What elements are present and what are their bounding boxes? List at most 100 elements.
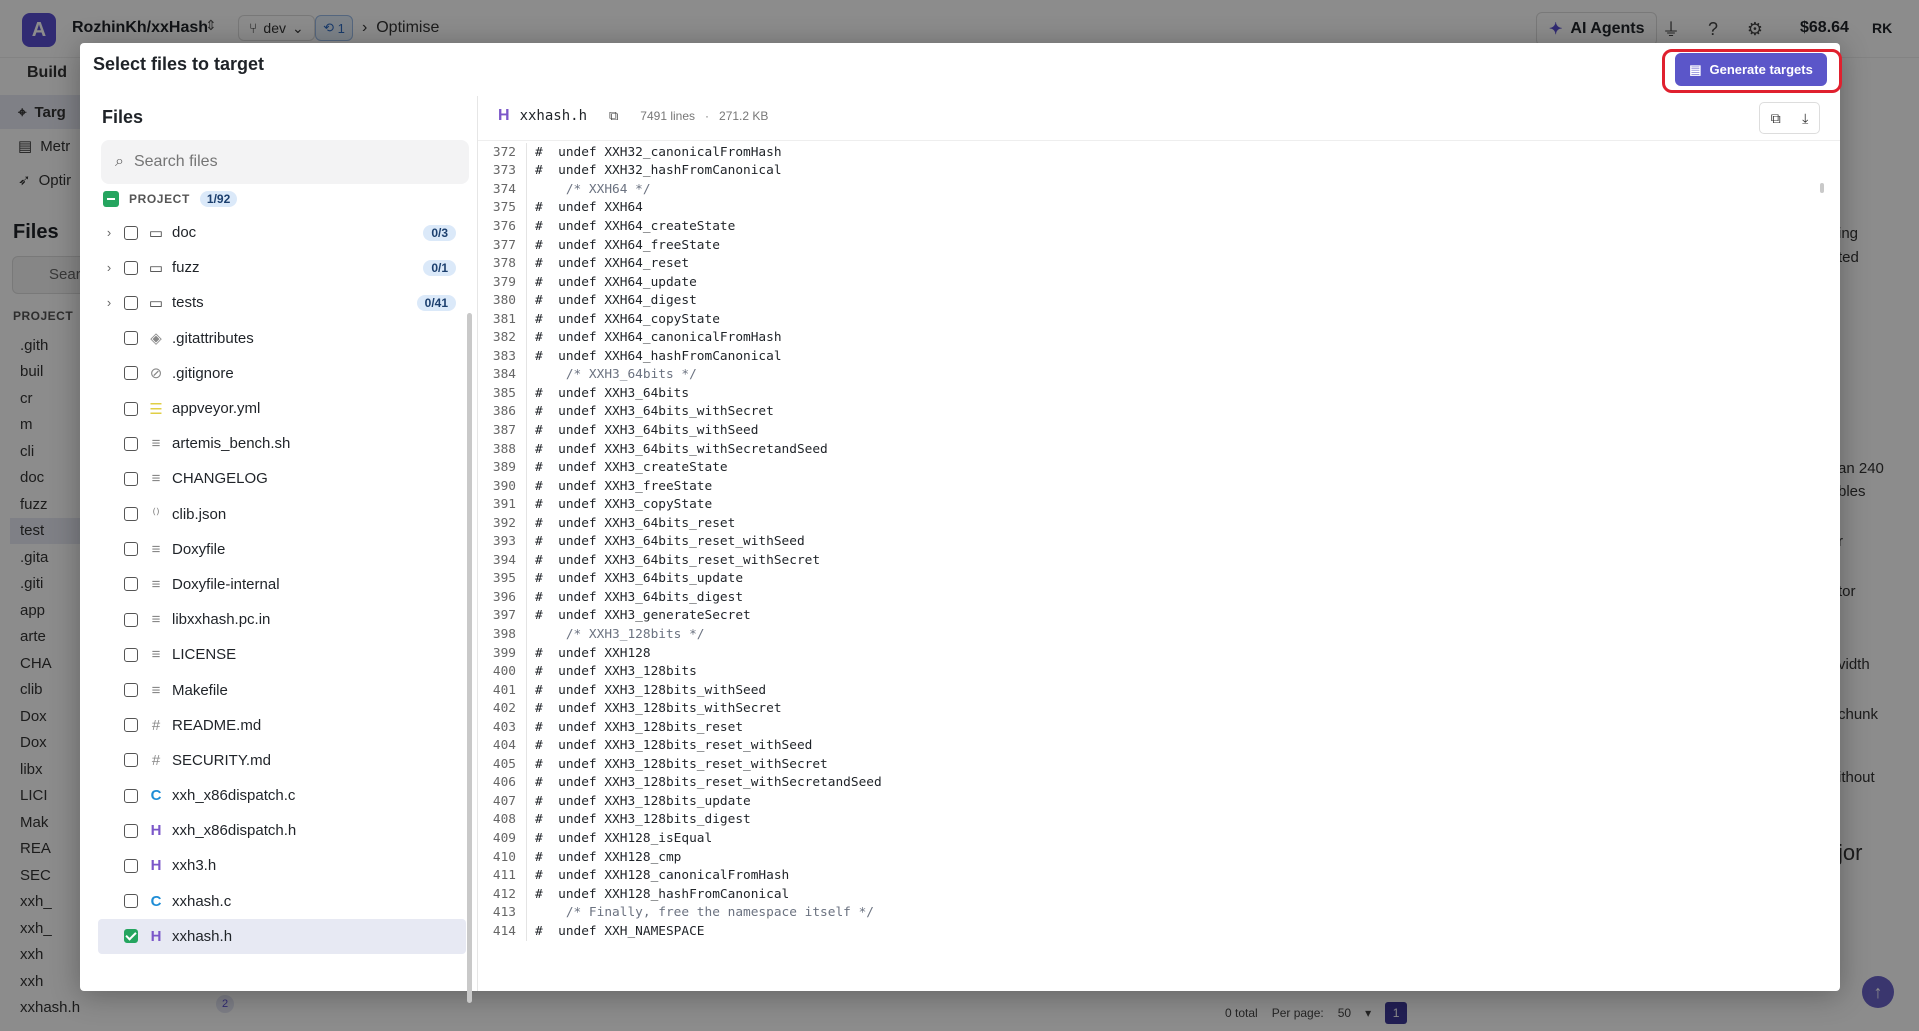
file-checkbox[interactable] bbox=[124, 718, 138, 733]
chevron-right-icon[interactable]: › bbox=[98, 260, 120, 275]
file-checkbox[interactable] bbox=[124, 225, 138, 240]
file-checkbox[interactable] bbox=[124, 647, 138, 662]
file-row[interactable]: ≡ CHANGELOG bbox=[98, 461, 466, 496]
gutter-divider bbox=[526, 847, 527, 867]
copy-path-icon[interactable]: ⧉ bbox=[609, 108, 618, 124]
file-checkbox[interactable] bbox=[124, 788, 138, 803]
markdown-icon: # bbox=[151, 751, 161, 769]
file-checkbox[interactable] bbox=[124, 507, 138, 522]
search-input[interactable] bbox=[133, 153, 434, 171]
file-checkbox[interactable] bbox=[124, 929, 138, 944]
code-text: # undef XXH3_64bits_withSecretandSeed bbox=[535, 441, 828, 457]
gutter-divider bbox=[526, 866, 527, 885]
file-row[interactable]: # SECURITY.md bbox=[98, 743, 466, 778]
line-number: 376 bbox=[492, 218, 516, 234]
file-row[interactable]: › ▭ tests 0/41 bbox=[98, 285, 466, 320]
file-checkbox[interactable] bbox=[124, 260, 138, 275]
file-row[interactable]: ☰ appveyor.yml bbox=[98, 391, 466, 426]
file-checkbox[interactable] bbox=[124, 366, 138, 381]
file-row[interactable]: ⊘ .gitignore bbox=[98, 356, 466, 391]
file-row[interactable]: ≡ Doxyfile-internal bbox=[98, 567, 466, 602]
code-text: # undef XXH128_isEqual bbox=[535, 831, 713, 846]
code-scrollbar[interactable] bbox=[1820, 183, 1824, 193]
generate-targets-button[interactable]: ▤ Generate targets bbox=[1675, 53, 1827, 86]
file-checkbox[interactable] bbox=[124, 612, 138, 627]
copy-icon[interactable]: ⧉ bbox=[1771, 110, 1781, 127]
file-checkbox[interactable] bbox=[124, 471, 138, 486]
gutter-divider bbox=[526, 495, 527, 514]
file-row[interactable]: Cxxh_x86dispatch.c bbox=[98, 778, 466, 813]
gutter-divider bbox=[526, 365, 527, 385]
file-checkbox[interactable] bbox=[124, 295, 138, 310]
code-text: # undef XXH3_64bits_reset_withSecret bbox=[535, 552, 821, 568]
code-line: 382 # undef XXH64_canonicalFromHash bbox=[478, 328, 1840, 348]
file-row[interactable]: Hxxhash.h bbox=[98, 918, 466, 954]
file-row[interactable]: ⁽⁾ clib.json bbox=[98, 497, 466, 532]
chevron-right-icon[interactable]: › bbox=[98, 295, 120, 310]
line-number: 410 bbox=[492, 849, 516, 865]
file-checkbox[interactable] bbox=[124, 753, 138, 768]
gutter-divider bbox=[526, 143, 527, 162]
line-number: 394 bbox=[492, 552, 516, 568]
file-row[interactable]: ◈ .gitattributes bbox=[98, 321, 466, 356]
file-row[interactable]: ≡ Doxyfile bbox=[98, 532, 466, 567]
file-row[interactable]: Hxxh3.h bbox=[98, 848, 466, 883]
file-row[interactable]: ≡ libxxhash.pc.in bbox=[98, 602, 466, 637]
gutter-divider bbox=[526, 458, 527, 477]
line-number: 372 bbox=[492, 144, 516, 160]
file-checkbox[interactable] bbox=[124, 858, 138, 873]
gutter-divider bbox=[526, 736, 527, 756]
line-number: 391 bbox=[492, 497, 516, 513]
folder-count-badge: 0/3 bbox=[423, 224, 456, 241]
project-checkbox[interactable] bbox=[103, 191, 119, 207]
text-file-icon: ≡ bbox=[151, 435, 161, 453]
file-checkbox[interactable] bbox=[124, 683, 138, 698]
file-checkbox[interactable] bbox=[124, 823, 138, 838]
file-checkbox[interactable] bbox=[124, 331, 138, 346]
code-line: 401 # undef XXH3_128bits_withSeed bbox=[478, 680, 1840, 700]
file-row[interactable]: › ▭ doc 0/3 bbox=[98, 215, 466, 250]
chevron-right-icon[interactable]: › bbox=[98, 225, 120, 240]
file-row[interactable]: ≡ LICENSE bbox=[98, 637, 466, 672]
search-files-field[interactable]: ⌕ bbox=[101, 140, 469, 184]
line-number: 380 bbox=[492, 293, 516, 309]
code-line: 375 # undef XXH64 bbox=[478, 198, 1840, 218]
code-line: 396 # undef XXH3_64bits_digest bbox=[478, 588, 1840, 607]
file-checkbox[interactable] bbox=[124, 542, 138, 557]
file-checkbox[interactable] bbox=[124, 577, 138, 592]
file-row[interactable]: Hxxh_x86dispatch.h bbox=[98, 813, 466, 848]
file-row[interactable]: ≡ Makefile bbox=[98, 672, 466, 707]
file-checkbox[interactable] bbox=[124, 401, 138, 416]
code-text: # undef XXH3_128bits_withSeed bbox=[535, 682, 767, 698]
file-checkbox[interactable] bbox=[124, 436, 138, 451]
project-header: PROJECT 1/92 bbox=[103, 191, 238, 207]
line-number: 386 bbox=[492, 404, 516, 420]
code-line: 403 # undef XXH3_128bits_reset bbox=[478, 717, 1840, 737]
code-text: # undef XXH128 bbox=[535, 645, 651, 661]
project-label: PROJECT bbox=[129, 192, 190, 206]
tree-scrollbar[interactable] bbox=[467, 313, 472, 1003]
generate-targets-label: Generate targets bbox=[1709, 62, 1813, 77]
file-row[interactable]: # README.md bbox=[98, 708, 466, 743]
code-text: # undef XXH3_64bits_withSeed bbox=[535, 422, 759, 438]
file-row[interactable]: Cxxhash.c bbox=[98, 884, 466, 919]
gutter-divider bbox=[526, 569, 527, 589]
file-row[interactable]: › ▭ fuzz 0/1 bbox=[98, 250, 466, 285]
file-name: fuzz bbox=[172, 259, 200, 277]
code-line: 383 # undef XXH64_hashFromCanonical bbox=[478, 347, 1840, 366]
download-icon[interactable]: ⤓ bbox=[1802, 110, 1808, 127]
line-number: 378 bbox=[492, 256, 516, 272]
file-name: tests bbox=[172, 294, 204, 312]
code-line: 385 # undef XXH3_64bits bbox=[478, 384, 1840, 403]
code-viewer[interactable]: 372 # undef XXH32_canonicalFromHash 373 # u… bbox=[478, 143, 1840, 983]
line-number: 411 bbox=[492, 868, 516, 884]
line-number: 382 bbox=[492, 330, 516, 346]
h-file-icon: H bbox=[150, 822, 162, 840]
code-text: # undef XXH64_reset bbox=[535, 256, 690, 272]
code-line: 388 # undef XXH3_64bits_withSecretandSeed bbox=[478, 439, 1840, 459]
file-checkbox[interactable] bbox=[124, 894, 138, 909]
line-number: 375 bbox=[492, 200, 516, 216]
code-text: # undef XXH64_hashFromCanonical bbox=[535, 348, 782, 364]
code-text: # undef XXH32_canonicalFromHash bbox=[535, 144, 782, 160]
file-row[interactable]: ≡ artemis_bench.sh bbox=[98, 426, 466, 461]
